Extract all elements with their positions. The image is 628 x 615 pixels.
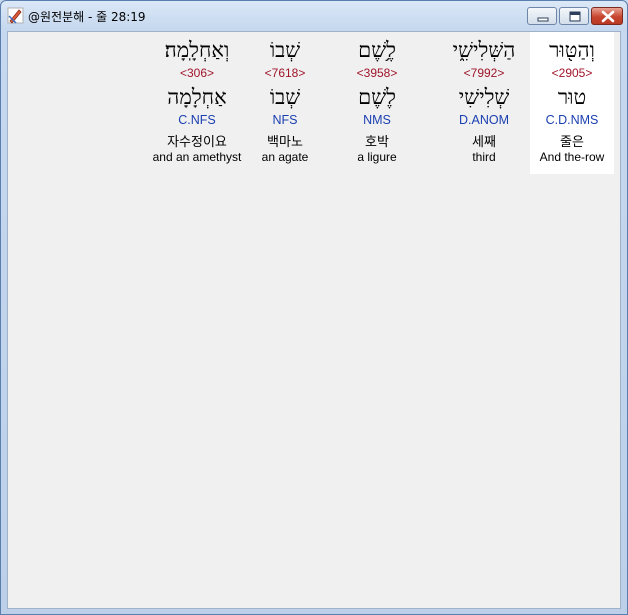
hebrew-word: הַשְּׁלִישִׁ֑י <box>452 38 516 62</box>
pencil-ruler-icon <box>7 7 24 24</box>
minimize-button[interactable] <box>527 7 557 25</box>
korean-gloss: 줄은 <box>560 135 584 150</box>
hebrew-word: וְאַחְלָֽמָה׃ <box>164 38 230 62</box>
word-column[interactable]: לֶ֥שֶׁם <3958> לֶשֶׁם NMS 호박 a ligure <box>334 32 420 174</box>
strongs-number: <306> <box>179 66 215 80</box>
hebrew-lemma: טוּר <box>557 85 587 109</box>
maximize-button[interactable] <box>559 7 589 25</box>
english-gloss: a ligure <box>357 150 397 164</box>
title-bar[interactable]: @원전분해 - 줄 28:19 <box>1 1 627 31</box>
strongs-number: <3958> <box>356 66 398 80</box>
english-gloss: And the-row <box>539 150 605 164</box>
morphology-code: NFS <box>272 113 298 127</box>
minimize-icon <box>537 17 549 22</box>
strongs-number: <7618> <box>264 66 306 80</box>
app-window: @원전분해 - 줄 28:19 וְאַחְלָֽמָה׃ <306> אַחְ… <box>0 0 628 615</box>
interlinear-view: וְאַחְלָֽמָה׃ <306> אַחְלָמָה C.NFS 자수정이… <box>7 31 621 609</box>
korean-gloss: 백마노 <box>267 135 303 150</box>
english-gloss: an agate <box>261 150 309 164</box>
english-gloss: third <box>472 150 496 164</box>
morphology-code: C.D.NMS <box>545 113 599 127</box>
word-column[interactable]: שְׁבוֹ <7618> שְׁבוֹ NFS 백마노 an agate <box>250 32 320 174</box>
strongs-number: <2905> <box>551 66 593 80</box>
hebrew-word: וְהַטּ֖וּר <box>549 38 595 62</box>
hebrew-word: לֶ֥שֶׁם <box>358 38 396 62</box>
word-column[interactable]: וְאַחְלָֽמָה׃ <306> אַחְלָמָה C.NFS 자수정이… <box>145 32 249 174</box>
hebrew-word: שְׁבוֹ <box>269 38 301 62</box>
morphology-code: NMS <box>363 113 391 127</box>
strongs-number: <7992> <box>463 66 505 80</box>
english-gloss: and an amethyst <box>152 150 242 164</box>
hebrew-lemma: שְׁבוֹ <box>269 85 301 109</box>
morphology-code: D.ANOM <box>459 113 509 127</box>
hebrew-lemma: לֶשֶׁם <box>358 85 396 109</box>
korean-gloss: 세째 <box>472 135 496 150</box>
korean-gloss: 자수정이요 <box>167 135 227 150</box>
hebrew-lemma: שְׁלִישִׁי <box>458 85 510 109</box>
hebrew-lemma: אַחְלָמָה <box>167 85 227 109</box>
window-title: @원전분해 - 줄 28:19 <box>28 10 146 24</box>
korean-gloss: 호박 <box>365 135 389 150</box>
word-column-selected[interactable]: וְהַטּ֖וּר <2905> טוּר C.D.NMS 줄은 And th… <box>530 32 614 174</box>
word-column[interactable]: הַשְּׁלִישִׁ֑י <7992> שְׁלִישִׁי D.ANOM … <box>436 32 532 174</box>
maximize-icon <box>569 11 581 22</box>
close-icon <box>601 10 615 23</box>
close-button[interactable] <box>591 7 623 25</box>
morphology-code: C.NFS <box>178 113 216 127</box>
